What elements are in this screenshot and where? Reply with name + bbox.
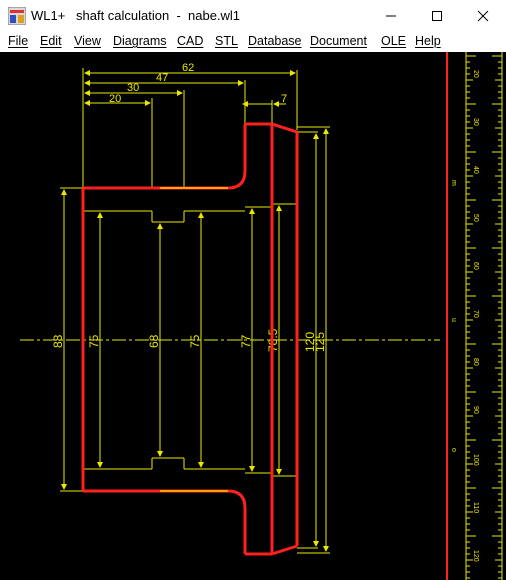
app-name: WL1+ — [31, 8, 66, 23]
dim-label-30: 30 — [127, 82, 139, 94]
minimize-icon — [386, 15, 396, 17]
ruler-label-6: 70 — [472, 310, 479, 318]
ruler-side-label-2: u — [450, 318, 457, 322]
dim-label-47: 47 — [156, 72, 168, 84]
cad-drawing[interactable]: 62 47 30 20 7 88 75 68 75 77 78.5 120 12… — [0, 52, 506, 580]
dim-label-77: 77 — [239, 334, 253, 348]
ruler-side-label-1: m — [450, 180, 457, 186]
dim-label-20: 20 — [109, 93, 121, 105]
menu-document[interactable]: Document — [310, 34, 367, 48]
ruler-label-9: 100 — [472, 454, 479, 466]
vertical-ruler: 20 30 40 50 60 70 80 90 100 110 120 m u … — [446, 52, 506, 580]
window-title: shaft calculation - nabe.wl1 — [76, 8, 241, 23]
ruler-label-3: 40 — [472, 166, 479, 174]
title-bar: WL1+ shaft calculation - nabe.wl1 — [0, 0, 506, 32]
ruler-label-2: 30 — [472, 118, 479, 126]
ruler-label-1: 20 — [472, 70, 479, 78]
close-icon — [477, 10, 489, 22]
minimize-button[interactable] — [368, 0, 414, 32]
ruler-label-10: 110 — [472, 502, 479, 513]
ruler-label-8: 90 — [472, 406, 479, 414]
dim-label-62: 62 — [182, 62, 194, 74]
menu-bar: File Edit View Diagrams CAD STL Database… — [0, 32, 506, 53]
dim-label-88: 88 — [51, 334, 65, 348]
menu-edit[interactable]: Edit — [40, 34, 62, 48]
menu-file[interactable]: File — [8, 34, 28, 48]
app-window: WL1+ shaft calculation - nabe.wl1 File E… — [0, 0, 506, 580]
dim-label-75-b: 75 — [188, 334, 202, 348]
app-logo-icon — [8, 7, 26, 25]
ruler-label-11: 120 — [472, 550, 479, 562]
menu-ole[interactable]: OLE — [381, 34, 406, 48]
menu-view[interactable]: View — [74, 34, 101, 48]
menu-database[interactable]: Database — [248, 34, 302, 48]
ruler-label-7: 80 — [472, 358, 479, 366]
maximize-icon — [432, 11, 442, 21]
menu-cad[interactable]: CAD — [177, 34, 203, 48]
maximize-button[interactable] — [414, 0, 460, 32]
menu-diagrams[interactable]: Diagrams — [113, 34, 167, 48]
dim-label-68: 68 — [147, 334, 161, 348]
menu-help[interactable]: Help — [415, 34, 441, 48]
dim-label-75-a: 75 — [87, 334, 101, 348]
menu-stl[interactable]: STL — [215, 34, 238, 48]
horizontal-dimensions — [82, 68, 298, 188]
drawing-canvas[interactable]: 62 47 30 20 7 88 75 68 75 77 78.5 120 12… — [0, 52, 506, 580]
ruler-label-5: 60 — [472, 262, 479, 270]
close-button[interactable] — [460, 0, 506, 32]
dim-label-125: 125 — [313, 332, 327, 352]
ruler-label-4: 50 — [472, 214, 479, 222]
ruler-side-label-3: o — [450, 448, 457, 452]
dim-label-7: 7 — [281, 93, 287, 105]
